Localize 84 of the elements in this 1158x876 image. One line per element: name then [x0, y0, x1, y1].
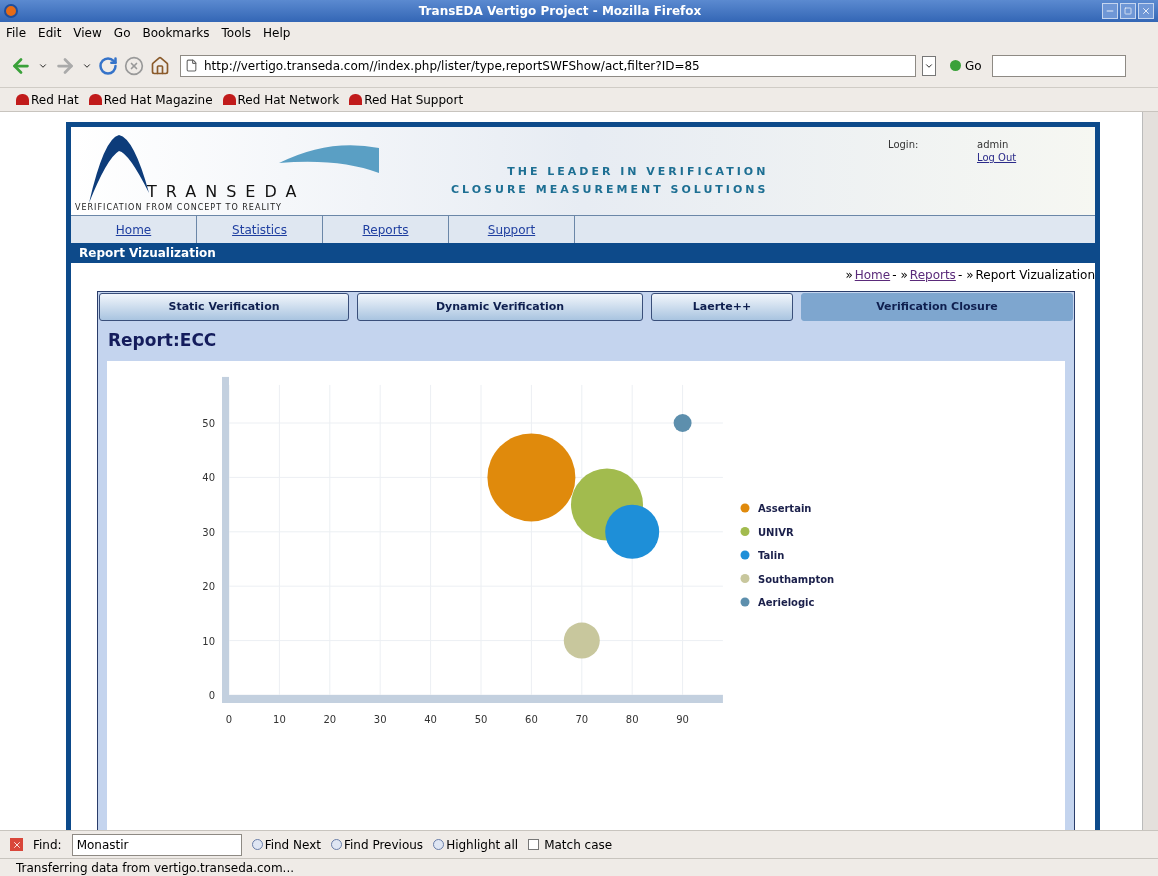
- nav-link[interactable]: Support: [449, 216, 575, 243]
- x-tick-label: 70: [575, 714, 589, 725]
- menu-item[interactable]: File: [6, 24, 27, 42]
- scrollbar[interactable]: [1142, 112, 1158, 830]
- breadcrumb-link[interactable]: Reports: [909, 266, 956, 284]
- breadcrumb-separator: »: [845, 267, 853, 284]
- close-findbar-button[interactable]: [10, 838, 23, 851]
- y-tick-label: 40: [202, 472, 215, 484]
- breadcrumb-link[interactable]: Home: [854, 266, 891, 284]
- bookmark-link[interactable]: Red Hat Network: [222, 90, 340, 109]
- menu-item[interactable]: Help: [263, 24, 291, 42]
- y-tick-label: 0: [208, 690, 215, 701]
- bookmark-link[interactable]: Red Hat Support: [349, 90, 464, 109]
- menu-item[interactable]: Go: [113, 24, 131, 42]
- tagline: VERIFICATION FROM CONCEPT TO REALITY: [75, 203, 282, 213]
- find-field[interactable]: Monastir: [71, 833, 242, 856]
- tab[interactable]: Static Verification: [99, 293, 349, 321]
- checkbox[interactable]: [528, 839, 540, 850]
- tab[interactable]: Dynamic Verification: [357, 293, 643, 321]
- login-label: Login:: [888, 138, 919, 152]
- maximize-icon: [1124, 7, 1132, 15]
- home-icon[interactable]: [150, 55, 170, 76]
- maximize-button[interactable]: [1120, 3, 1136, 19]
- y-tick-label: 50: [202, 418, 215, 429]
- close-button[interactable]: [1138, 3, 1154, 19]
- slogan-line: CLOSURE MEASUREMENT SOLUTIONS: [451, 182, 769, 198]
- status-text: Transferring data from vertigo.transeda.com...: [16, 859, 295, 876]
- menu-item[interactable]: View: [73, 24, 102, 42]
- menu-item[interactable]: Tools: [221, 24, 252, 42]
- x-tick-label: 0: [225, 714, 233, 725]
- legend-label: UNIVR: [758, 526, 794, 538]
- find-label: Find:: [33, 836, 62, 854]
- find-button[interactable]: Find Previous: [331, 835, 424, 854]
- search-field[interactable]: [991, 54, 1126, 77]
- tab[interactable]: Laerte++: [651, 293, 793, 321]
- x-tick-label: 40: [424, 714, 437, 725]
- checkbox-label: Match case: [544, 836, 613, 854]
- legend-label: Aerielogic: [758, 597, 815, 608]
- stop-icon[interactable]: [124, 55, 144, 76]
- reload-icon[interactable]: [98, 55, 118, 76]
- x-tick-label: 20: [323, 714, 337, 725]
- x-tick-label: 60: [525, 714, 538, 725]
- slogan-line: THE LEADER IN VERIFICATION: [507, 164, 769, 180]
- x-tick-label: 50: [474, 714, 488, 725]
- menu-item[interactable]: Edit: [38, 24, 62, 42]
- find-button[interactable]: Find Next: [251, 835, 321, 854]
- breadcrumb-separator: »: [966, 267, 974, 284]
- firefox-icon: [4, 4, 18, 18]
- breadcrumb-current: Report Vizualization: [975, 267, 1095, 284]
- legend-label: Southampton: [758, 573, 835, 585]
- nav-link[interactable]: Reports: [323, 216, 449, 243]
- menu-item[interactable]: Bookmarks: [142, 24, 210, 42]
- nav-link[interactable]: Statistics: [197, 216, 323, 243]
- x-tick-label: 80: [625, 714, 639, 725]
- legend-label: Talin: [758, 550, 785, 561]
- y-tick-label: 30: [202, 526, 215, 538]
- bookmark-link[interactable]: Red Hat Magazine: [88, 90, 213, 109]
- username: admin: [977, 138, 1009, 152]
- address-text: http://vertigo.transeda.com//index.php/lister/type,reportSWFShow/act,filter?ID=85: [204, 57, 700, 75]
- section-title: Report Vizualization: [79, 245, 216, 262]
- y-tick-label: 20: [202, 581, 215, 593]
- page-icon: [185, 59, 198, 72]
- y-tick-label: 10: [202, 635, 215, 647]
- close-icon: [1141, 6, 1151, 16]
- address-field[interactable]: http://vertigo.transeda.com//index.php/lister/type,reportSWFShow/act,filter?ID=85: [180, 54, 916, 77]
- breadcrumb-separator: »: [900, 267, 908, 284]
- find-button[interactable]: Highlight all: [433, 835, 519, 854]
- legend-label: Assertain: [758, 503, 812, 514]
- window-title: TransEDA Vertigo Project - Mozilla Firefox: [417, 3, 703, 20]
- report-title: Report:ECC: [108, 329, 217, 353]
- nav-link[interactable]: Home: [71, 216, 197, 243]
- close-icon: [11, 839, 22, 850]
- x-tick-label: 90: [676, 714, 689, 725]
- logo-text: TRANSEDA: [147, 183, 306, 201]
- tab[interactable]: Verification Closure: [801, 293, 1073, 321]
- x-tick-label: 30: [373, 714, 387, 725]
- minimize-button[interactable]: [1102, 3, 1118, 19]
- dropdown-button[interactable]: [922, 55, 936, 76]
- breadcrumb-separator: -: [892, 267, 897, 284]
- go-button[interactable]: Go: [950, 56, 982, 75]
- logout-link[interactable]: Log Out: [977, 150, 1017, 165]
- breadcrumb-separator: -: [957, 267, 963, 284]
- bookmark-link[interactable]: Red Hat: [16, 90, 79, 109]
- x-tick-label: 10: [273, 714, 286, 725]
